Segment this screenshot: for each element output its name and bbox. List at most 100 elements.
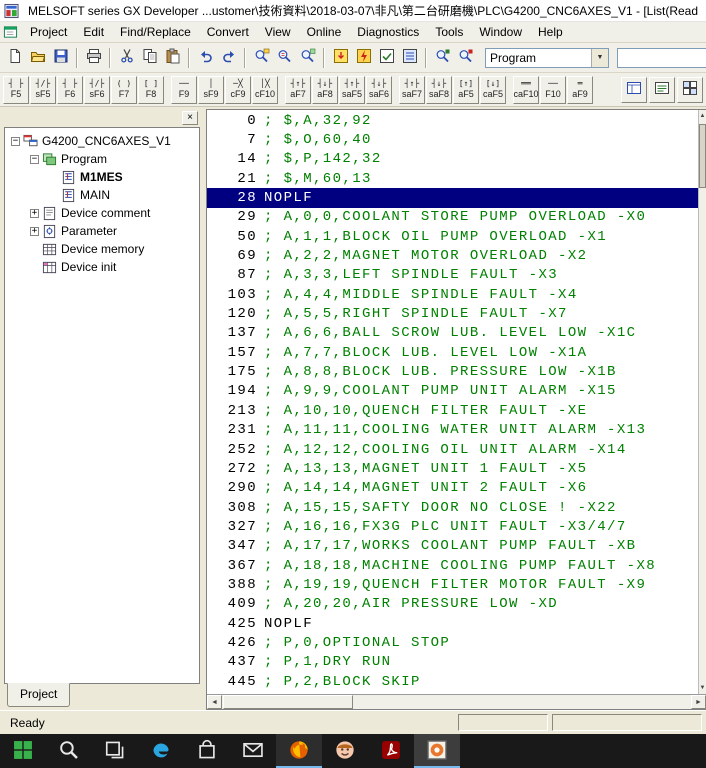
firefox-taskbar-button[interactable] [276,734,322,768]
zoom-monitor-button[interactable] [250,46,273,69]
list-row[interactable]: 87; A,3,3,LEFT SPINDLE FAULT -X3 [207,266,706,285]
tree-item-program[interactable]: −Program [8,150,199,168]
list-row[interactable]: 367; A,18,18,MACHINE COOLING PUMP FAULT … [207,556,706,575]
list-row[interactable]: 213; A,10,10,QUENCH FILTER FAULT -XE [207,401,706,420]
list-row[interactable]: 425NOPLF [207,614,706,633]
list-row[interactable]: 157; A,7,7,BLOCK LUB. LEVEL LOW -X1A [207,343,706,362]
fkey-sf6-button[interactable]: ┤/├sF6 [84,76,110,104]
list-row[interactable]: 175; A,8,8,BLOCK LUB. PRESSURE LOW -X1B [207,362,706,381]
open-button[interactable] [26,46,49,69]
menu-edit[interactable]: Edit [75,22,112,42]
expand-icon[interactable]: + [30,227,39,236]
list-row[interactable]: 231; A,11,11,COOLING WATER UNIT ALARM -X… [207,421,706,440]
new-button[interactable] [3,46,26,69]
menu-diagnostics[interactable]: Diagnostics [349,22,427,42]
fkey-af5-button[interactable]: [↑]aF5 [453,76,479,104]
toolbar-input[interactable] [617,48,706,68]
fkey-af9-button[interactable]: ═aF9 [567,76,593,104]
monitor-start-button[interactable] [431,46,454,69]
fkey-saf8-button[interactable]: ┤↓├saF8 [426,76,452,104]
list-row[interactable]: 50; A,1,1,BLOCK OIL PUMP OVERLOAD -X1 [207,227,706,246]
vertical-scroll-thumb[interactable] [699,124,706,188]
list-row[interactable]: 290; A,14,14,MAGNET UNIT 2 FAULT -X6 [207,479,706,498]
search-taskbar-button[interactable] [46,734,92,768]
list-row[interactable]: 28NOPLF [207,188,706,207]
fkey-saf7-button[interactable]: ┤↑├saF7 [399,76,425,104]
list-row[interactable]: 120; A,5,5,RIGHT SPINDLE FAULT -X7 [207,304,706,323]
menu-project[interactable]: Project [22,22,75,42]
print-button[interactable] [82,46,105,69]
zoom-ladder-button[interactable] [273,46,296,69]
store-taskbar-button[interactable] [184,734,230,768]
list-row[interactable]: 426; P,0,OPTIONAL STOP [207,633,706,652]
tree-item-device-memory[interactable]: Device memory [8,240,199,258]
tree-item-device-comment[interactable]: +Device comment [8,204,199,222]
paste-button[interactable] [161,46,184,69]
ladder-window-button[interactable] [621,77,647,103]
list-row[interactable]: 409; A,20,20,AIR PRESSURE LOW -XD [207,595,706,614]
edge-taskbar-button[interactable] [138,734,184,768]
convert-button[interactable] [329,46,352,69]
tree-item-g4200-cnc6axes-v1[interactable]: −G4200_CNC6AXES_V1 [8,132,199,150]
horizontal-scroll-thumb[interactable] [223,695,353,709]
list-row[interactable]: 194; A,9,9,COOLANT PUMP UNIT ALARM -X15 [207,382,706,401]
monitor-stop-button[interactable] [454,46,477,69]
fkey-sf5-button[interactable]: ┤/├sF5 [30,76,56,104]
list-row[interactable]: 21; $,M,60,13 [207,169,706,188]
collapse-icon[interactable]: − [30,155,39,164]
fkey-f7-button[interactable]: ( )F7 [111,76,137,104]
tree-item-main[interactable]: MAIN [8,186,199,204]
cut-button[interactable] [115,46,138,69]
ladder-test-button[interactable] [398,46,421,69]
menu-online[interactable]: Online [299,22,350,42]
mail-taskbar-button[interactable] [230,734,276,768]
chevron-down-icon[interactable]: ▼ [591,49,608,67]
zoom-device-button[interactable] [296,46,319,69]
scroll-left-icon[interactable]: ◄ [207,695,222,709]
tree-item-m1mes[interactable]: M1MES [8,168,199,186]
fkey-cf9-button[interactable]: ─╳cF9 [225,76,251,104]
fkey-cf10-button[interactable]: │╳cF10 [252,76,278,104]
mdi-child-icon[interactable] [3,25,18,40]
comment-display-button[interactable] [649,77,675,103]
undo-button[interactable] [194,46,217,69]
fkey-f5-button[interactable]: ┤ ├F5 [3,76,29,104]
fkey-f6-button[interactable]: ┤ ├F6 [57,76,83,104]
scroll-right-icon[interactable]: ► [691,695,706,709]
fkey-saf6-button[interactable]: ┤↓├saF6 [366,76,392,104]
redo-button[interactable] [217,46,240,69]
list-row[interactable]: 7; $,O,60,40 [207,130,706,149]
menu-help[interactable]: Help [530,22,571,42]
scroll-up-icon[interactable]: ▲ [699,110,706,122]
horizontal-scrollbar[interactable]: ◄ ► [207,694,706,709]
list-row[interactable]: 103; A,4,4,MIDDLE SPINDLE FAULT -X4 [207,285,706,304]
tree-item-device-init[interactable]: Device init [8,258,199,276]
list-row[interactable]: 69; A,2,2,MAGNET MOTOR OVERLOAD -X2 [207,246,706,265]
menu-find-replace[interactable]: Find/Replace [112,22,199,42]
menu-window[interactable]: Window [471,22,530,42]
list-row[interactable]: 252; A,12,12,COOLING OIL UNIT ALARM -X14 [207,440,706,459]
list-row[interactable]: 29; A,0,0,COOLANT STORE PUMP OVERLOAD -X… [207,208,706,227]
fkey-af8-button[interactable]: ┤↓├aF8 [312,76,338,104]
task-view-taskbar-button[interactable] [92,734,138,768]
program-mode-dropdown[interactable]: Program ▼ [485,48,609,68]
list-row[interactable]: 14; $,P,142,32 [207,150,706,169]
list-row[interactable]: 437; P,1,DRY RUN [207,653,706,672]
tree-item-parameter[interactable]: +Parameter [8,222,199,240]
list-row[interactable]: 137; A,6,6,BALL SCROW LUB. LEVEL LOW -X1… [207,324,706,343]
expand-icon[interactable]: + [30,209,39,218]
tab-project[interactable]: Project [7,683,70,707]
vertical-scrollbar[interactable]: ▲ ▼ [698,110,706,694]
fkey-saf5-button[interactable]: ┤↑├saF5 [339,76,365,104]
avatar-app-taskbar-button[interactable] [322,734,368,768]
fkey-f9-button[interactable]: ──F9 [171,76,197,104]
close-panel-button[interactable]: × [182,111,198,125]
save-button[interactable] [49,46,72,69]
list-row[interactable]: 327; A,16,16,FX3G PLC UNIT FAULT -X3/4/7 [207,517,706,536]
fkey-f10-button[interactable]: ──F10 [540,76,566,104]
list-row[interactable]: 272; A,13,13,MAGNET UNIT 1 FAULT -X5 [207,459,706,478]
list-row[interactable]: 0; $,A,32,92 [207,111,706,130]
list-row[interactable]: 388; A,19,19,QUENCH FILTER MOTOR FAULT -… [207,575,706,594]
copy-button[interactable] [138,46,161,69]
fkey-f8-button[interactable]: [ ]F8 [138,76,164,104]
